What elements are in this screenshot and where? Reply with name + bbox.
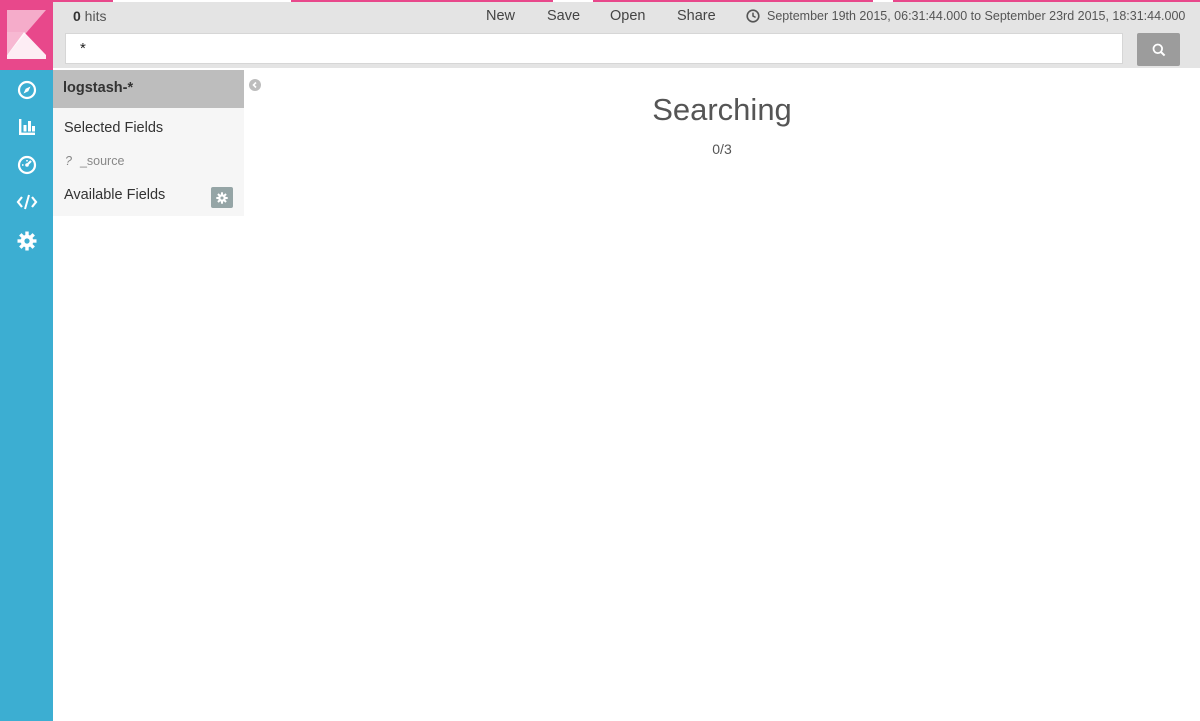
dashboard-icon: [17, 155, 37, 175]
search-icon: [1152, 43, 1165, 56]
searching-progress-count: 0/3: [712, 141, 732, 157]
searching-status-title: Searching: [652, 92, 792, 127]
kibana-logo[interactable]: [0, 0, 53, 70]
nav-settings[interactable]: [16, 230, 38, 252]
available-fields-heading: Available Fields: [64, 187, 166, 203]
code-icon: [16, 194, 38, 210]
search-button[interactable]: [1137, 33, 1180, 66]
search-input[interactable]: [65, 33, 1123, 64]
hits-count: 0 hits: [73, 8, 106, 24]
chevron-left-icon: [252, 81, 257, 89]
nav-visualize[interactable]: [16, 116, 38, 138]
selected-fields-heading: Selected Fields: [64, 120, 164, 136]
bar-chart-icon: [19, 119, 35, 135]
field-name: _source: [79, 154, 125, 168]
top-header: 0 hits New Save Open Share September 19t…: [53, 2, 1200, 68]
side-navigation: [0, 0, 53, 721]
compass-icon: [17, 80, 37, 100]
kibana-logo-icon: [7, 10, 46, 59]
new-button[interactable]: New: [486, 8, 515, 24]
gear-icon: [216, 191, 228, 204]
time-picker[interactable]: September 19th 2015, 06:31:44.000 to Sep…: [746, 9, 1185, 23]
share-button[interactable]: Share: [677, 8, 716, 24]
field-sidebar: logstash-* Selected Fields ? _source Ava…: [53, 70, 244, 216]
field-type-icon: ?: [65, 154, 72, 168]
nav-discover[interactable]: [16, 79, 38, 101]
time-range-label: September 19th 2015, 06:31:44.000 to Sep…: [767, 9, 1186, 23]
open-button[interactable]: Open: [610, 8, 645, 24]
hits-number: 0: [73, 8, 81, 24]
clock-icon: [746, 9, 760, 23]
index-pattern-selector[interactable]: logstash-*: [53, 70, 244, 108]
nav-dev-tools[interactable]: [16, 191, 38, 213]
gear-icon: [17, 231, 37, 251]
field-settings-button[interactable]: [211, 187, 233, 208]
field-list-item[interactable]: ? _source: [65, 154, 124, 168]
save-button[interactable]: Save: [547, 8, 580, 24]
nav-dashboard[interactable]: [16, 154, 38, 176]
sidebar-collapse-toggle[interactable]: [249, 79, 261, 91]
hits-label: hits: [80, 8, 107, 24]
